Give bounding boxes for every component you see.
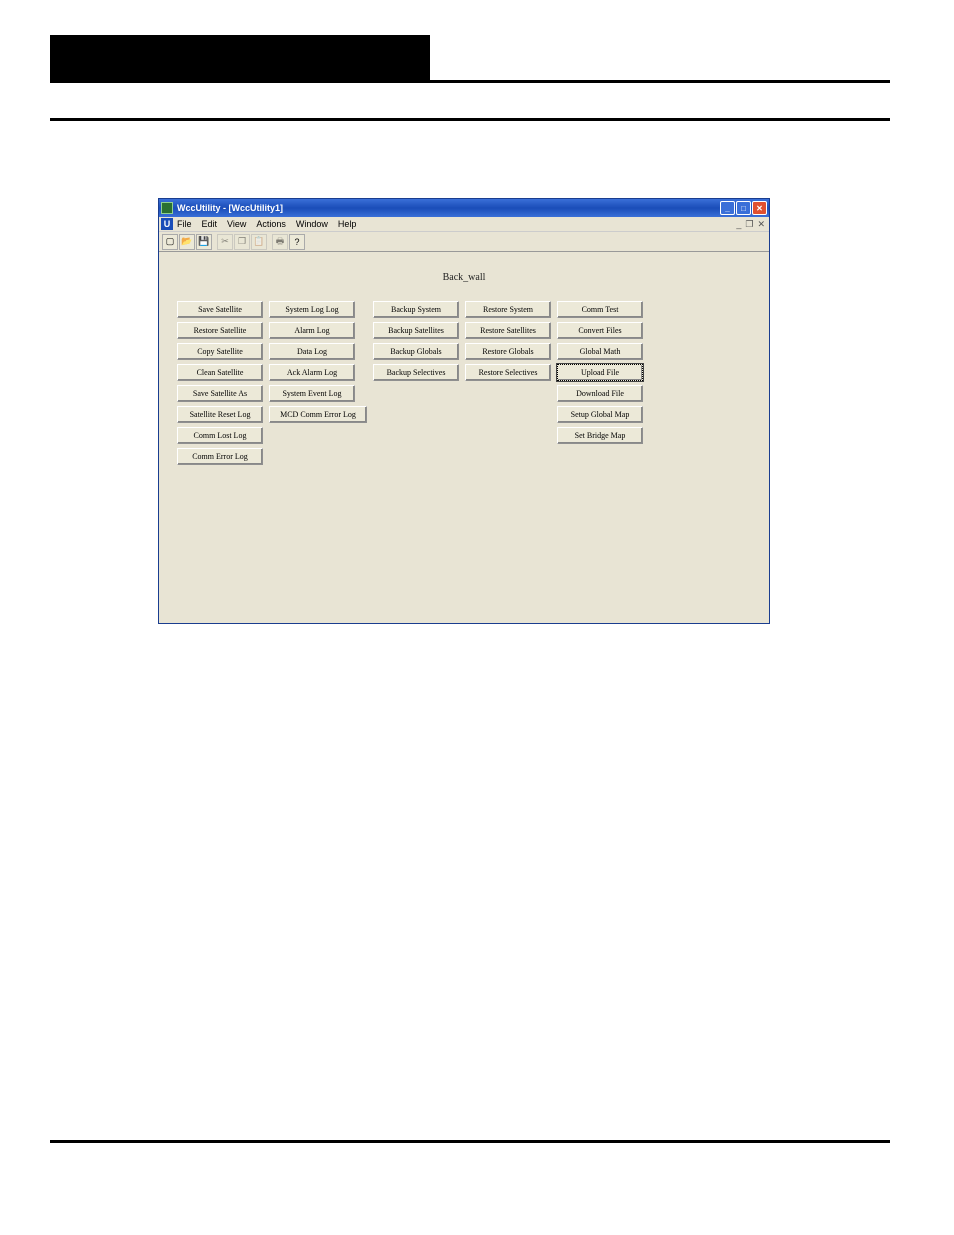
- data-log-button[interactable]: Data Log: [269, 343, 355, 360]
- menu-window[interactable]: Window: [296, 219, 328, 229]
- copy-satellite-button[interactable]: Copy Satellite: [177, 343, 263, 360]
- titlebar: WccUtility - [WccUtility1] _ □ ✕: [159, 199, 769, 217]
- system-event-log-button[interactable]: System Event Log: [269, 385, 355, 402]
- button-col-3: Backup System Backup Satellites Backup G…: [373, 301, 459, 465]
- print-icon[interactable]: 🖶: [272, 234, 288, 250]
- comm-lost-log-button[interactable]: Comm Lost Log: [177, 427, 263, 444]
- save-satellite-button[interactable]: Save Satellite: [177, 301, 263, 318]
- button-grid: Save Satellite Restore Satellite Copy Sa…: [177, 301, 763, 465]
- menu-view[interactable]: View: [227, 219, 246, 229]
- minimize-button[interactable]: _: [720, 201, 735, 215]
- download-file-button[interactable]: Download File: [557, 385, 643, 402]
- maximize-button[interactable]: □: [736, 201, 751, 215]
- app-icon: [161, 202, 173, 214]
- app-window: WccUtility - [WccUtility1] _ □ ✕ U File …: [158, 198, 770, 624]
- mdi-controls: _ ❐ ✕: [736, 219, 769, 230]
- paste-icon[interactable]: 📋: [251, 234, 267, 250]
- menu-actions[interactable]: Actions: [256, 219, 286, 229]
- horizontal-rule-2: [50, 118, 890, 121]
- copy-icon[interactable]: ❐: [234, 234, 250, 250]
- restore-satellites-button[interactable]: Restore Satellites: [465, 322, 551, 339]
- header-black-block: [50, 35, 430, 80]
- mdi-minimize-button[interactable]: _: [736, 219, 741, 230]
- ack-alarm-log-button[interactable]: Ack Alarm Log: [269, 364, 355, 381]
- save-satellite-as-button[interactable]: Save Satellite As: [177, 385, 263, 402]
- comm-error-log-button[interactable]: Comm Error Log: [177, 448, 263, 465]
- satellite-reset-log-button[interactable]: Satellite Reset Log: [177, 406, 263, 423]
- restore-system-button[interactable]: Restore System: [465, 301, 551, 318]
- horizontal-rule-1: [50, 80, 890, 83]
- global-math-button[interactable]: Global Math: [557, 343, 643, 360]
- restore-selectives-button[interactable]: Restore Selectives: [465, 364, 551, 381]
- client-area: Back_wall Save Satellite Restore Satelli…: [159, 252, 769, 623]
- backup-globals-button[interactable]: Backup Globals: [373, 343, 459, 360]
- clean-satellite-button[interactable]: Clean Satellite: [177, 364, 263, 381]
- close-button[interactable]: ✕: [752, 201, 767, 215]
- backup-system-button[interactable]: Backup System: [373, 301, 459, 318]
- mdi-icon[interactable]: U: [161, 218, 173, 230]
- button-col-2: System Log Log Alarm Log Data Log Ack Al…: [269, 301, 367, 465]
- horizontal-rule-3: [50, 1140, 890, 1143]
- set-bridge-map-button[interactable]: Set Bridge Map: [557, 427, 643, 444]
- restore-satellite-button[interactable]: Restore Satellite: [177, 322, 263, 339]
- backup-satellites-button[interactable]: Backup Satellites: [373, 322, 459, 339]
- restore-globals-button[interactable]: Restore Globals: [465, 343, 551, 360]
- backup-selectives-button[interactable]: Backup Selectives: [373, 364, 459, 381]
- save-icon[interactable]: 💾: [196, 234, 212, 250]
- system-log-log-button[interactable]: System Log Log: [269, 301, 355, 318]
- menu-edit[interactable]: Edit: [202, 219, 218, 229]
- mdi-restore-button[interactable]: ❐: [745, 219, 753, 230]
- new-icon[interactable]: ▢: [162, 234, 178, 250]
- window-title: WccUtility - [WccUtility1]: [177, 203, 720, 213]
- menu-file[interactable]: File: [177, 219, 192, 229]
- button-col-1: Save Satellite Restore Satellite Copy Sa…: [177, 301, 263, 465]
- comm-test-button[interactable]: Comm Test: [557, 301, 643, 318]
- content-label: Back_wall: [165, 272, 763, 283]
- toolbar: ▢ 📂 💾 ✂ ❐ 📋 🖶 ?: [159, 232, 769, 252]
- menubar: U File Edit View Actions Window Help _ ❐…: [159, 217, 769, 232]
- button-col-4: Restore System Restore Satellites Restor…: [465, 301, 551, 465]
- button-col-5: Comm Test Convert Files Global Math Uplo…: [557, 301, 643, 465]
- convert-files-button[interactable]: Convert Files: [557, 322, 643, 339]
- setup-global-map-button[interactable]: Setup Global Map: [557, 406, 643, 423]
- help-icon[interactable]: ?: [289, 234, 305, 250]
- upload-file-button[interactable]: Upload File: [557, 364, 643, 381]
- window-controls: _ □ ✕: [720, 201, 767, 215]
- mdi-close-button[interactable]: ✕: [757, 219, 765, 230]
- alarm-log-button[interactable]: Alarm Log: [269, 322, 355, 339]
- mcd-comm-error-log-button[interactable]: MCD Comm Error Log: [269, 406, 367, 423]
- cut-icon[interactable]: ✂: [217, 234, 233, 250]
- menu-help[interactable]: Help: [338, 219, 357, 229]
- open-icon[interactable]: 📂: [179, 234, 195, 250]
